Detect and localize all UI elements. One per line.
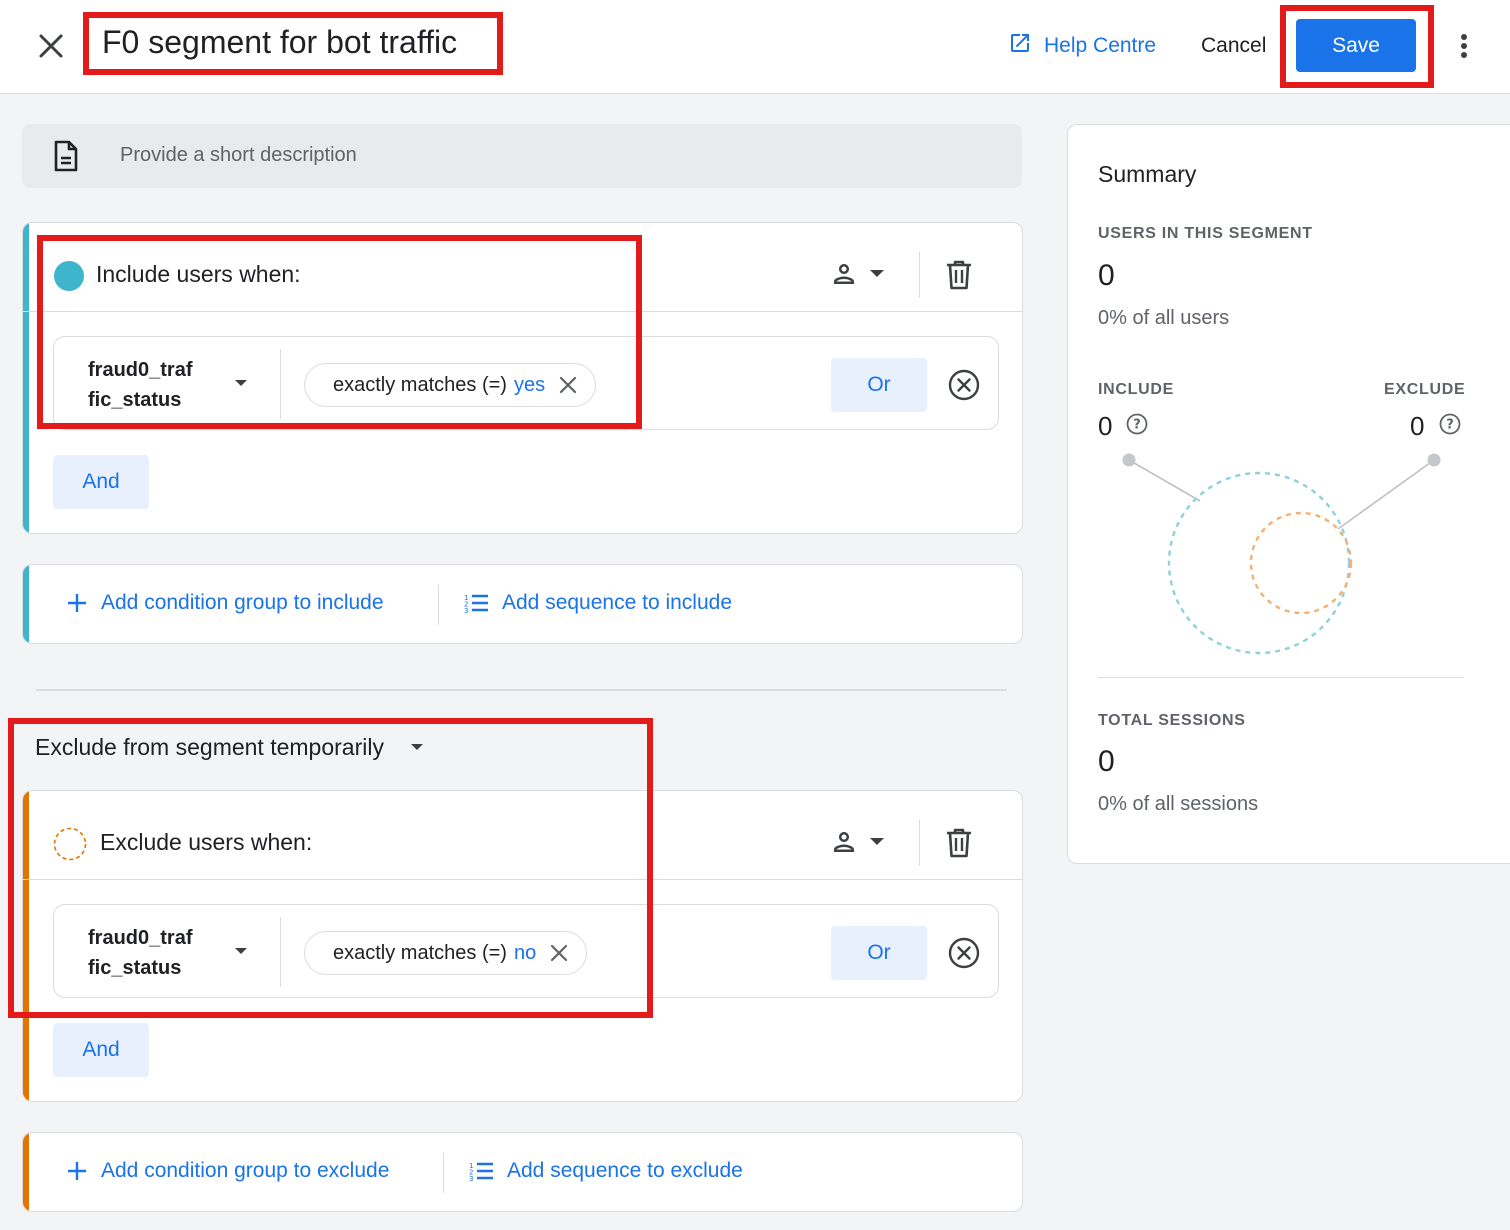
person-icon [834,832,854,852]
caret-down-icon [870,270,884,277]
summary-title: Summary [1098,161,1197,187]
caret-down-icon [410,744,423,750]
caret-down-icon[interactable] [234,379,248,388]
include-stripe [23,565,29,643]
match-value: no [513,941,537,964]
exclude-stripe [23,1133,29,1211]
document-icon [52,140,80,172]
svg-text:3: 3 [464,607,468,613]
segment-venn-diagram [1122,453,1441,655]
add-sequence-exclude-label: Add sequence to exclude [507,1159,743,1182]
clear-chip-icon[interactable] [559,376,577,394]
include-value: 0 [1098,411,1113,441]
add-condition-group-exclude[interactable]: Add condition group to exclude [67,1159,389,1183]
match-value: yes [513,373,546,396]
open-in-new-icon [1008,31,1032,61]
section-divider [36,689,1007,691]
top-bar: F0 segment for bot traffic Help Centre C… [0,0,1510,94]
plus-icon [68,1162,86,1180]
add-sequence-include[interactable]: 123 Add sequence to include [464,591,732,615]
include-group-title: Include users when: [96,261,301,287]
scope-selector[interactable] [829,827,885,857]
more-options-icon[interactable] [1452,30,1476,62]
segment-title[interactable]: F0 segment for bot traffic [102,24,457,61]
caret-down-icon[interactable] [234,947,248,956]
add-condition-group-exclude-label: Add condition group to exclude [101,1159,390,1182]
add-sequence-exclude[interactable]: 123 Add sequence to exclude [469,1159,743,1183]
match-chip[interactable]: exactly matches (=) no [304,931,588,975]
add-sequence-include-label: Add sequence to include [502,591,733,614]
operator-label: exactly matches (=) [333,373,507,396]
or-button[interactable]: Or [831,358,927,412]
exclude-value: 0 [1410,411,1425,441]
summary-panel: Summary USERS IN THIS SEGMENT 0 0% of al… [1067,124,1510,864]
sessions-percent: 0% of all sessions [1098,793,1259,815]
exclude-add-bar: Add condition group to exclude 123 Add s… [22,1132,1023,1212]
exclude-dashed-circle-icon [53,827,87,861]
match-chip[interactable]: exactly matches (=) yes [304,363,597,407]
include-circle-icon [54,261,84,291]
condition-divider [280,917,281,987]
condition-divider [280,349,281,419]
include-group-header: Include users when: [23,223,1022,312]
exclude-group-header: Exclude users when: [23,791,1022,880]
delete-group-icon[interactable] [945,259,973,296]
condition-row: fraud0_traf fic_status exactly matches (… [53,336,999,430]
exclude-mode-label: Exclude from segment temporarily [35,734,384,760]
remove-condition-icon[interactable] [948,369,980,406]
total-sessions-value: 0 [1098,745,1115,778]
remove-condition-icon[interactable] [948,937,980,974]
header-divider [919,820,920,866]
users-percent: 0% of all users [1098,307,1230,329]
summary-divider [1098,677,1464,678]
svg-text:3: 3 [469,1175,473,1181]
or-button[interactable]: Or [831,926,927,980]
caret-down-icon [870,838,884,845]
delete-group-icon[interactable] [945,827,973,864]
add-condition-group-include-label: Add condition group to include [101,591,384,614]
cancel-button[interactable]: Cancel [1201,32,1266,60]
sequence-list-icon: 123 [469,1162,493,1181]
add-condition-group-include[interactable]: Add condition group to include [67,591,384,615]
include-label: INCLUDE [1098,381,1175,398]
condition-row: fraud0_traf fic_status exactly matches (… [53,904,999,998]
help-centre-label: Help Centre [1044,34,1157,57]
dimension-selector[interactable]: fraud0_traf fic_status [88,923,208,983]
and-button[interactable]: And [53,1023,149,1077]
exclude-group-title: Exclude users when: [100,829,313,855]
description-field[interactable]: Provide a short description [22,124,1022,188]
exclude-mode-dropdown[interactable]: Exclude from segment temporarily [35,734,424,761]
add-bar-divider [443,1153,444,1193]
clear-chip-icon[interactable] [550,944,568,962]
exclude-label: EXCLUDE [1384,381,1466,398]
help-centre-link[interactable]: Help Centre [1008,32,1156,60]
and-button[interactable]: And [53,455,149,509]
header-divider [919,252,920,298]
users-in-segment-value: 0 [1098,259,1115,292]
close-icon[interactable] [34,29,68,63]
scope-selector[interactable] [829,259,885,289]
svg-text:?: ? [1133,418,1141,433]
add-bar-divider [438,585,439,625]
help-icon[interactable]: ? [1439,413,1461,435]
users-in-segment-label: USERS IN THIS SEGMENT [1098,225,1313,242]
exclude-condition-group: Exclude users when: fraud0_traf fic_stat… [22,790,1023,1102]
help-icon[interactable]: ? [1126,413,1148,435]
total-sessions-label: TOTAL SESSIONS [1098,712,1246,729]
include-add-bar: Add condition group to include 123 Add s… [22,564,1023,644]
save-button[interactable]: Save [1296,19,1416,72]
sequence-list-icon: 123 [464,594,488,613]
person-icon [834,264,854,284]
description-placeholder[interactable]: Provide a short description [120,144,357,167]
plus-icon [68,594,86,612]
include-condition-group: Include users when: fraud0_traf fic_stat… [22,222,1023,534]
dimension-selector[interactable]: fraud0_traf fic_status [88,355,208,415]
operator-label: exactly matches (=) [333,941,507,964]
svg-text:?: ? [1446,418,1454,433]
